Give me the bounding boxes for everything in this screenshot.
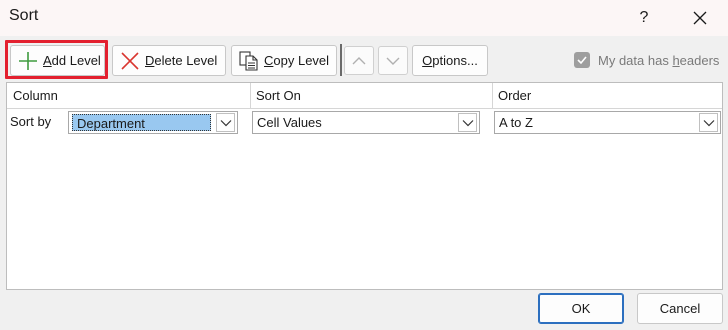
sort-on-select-value: Cell Values	[257, 115, 322, 130]
chevron-down-icon	[220, 119, 231, 126]
close-icon	[693, 11, 707, 25]
column-select-value: Department	[72, 114, 211, 131]
column-select-dropdown[interactable]	[216, 113, 235, 132]
highlight-annotation-box	[5, 40, 108, 79]
checkmark-icon	[577, 56, 587, 65]
chevron-up-icon	[352, 56, 366, 64]
window-title: Sort	[9, 7, 39, 24]
my-data-has-headers-label: My data has headers	[598, 53, 720, 68]
options-label: Options...	[422, 53, 478, 68]
title-bar: Sort ?	[0, 0, 728, 36]
order-select[interactable]: A to Z	[494, 111, 721, 134]
copy-level-button[interactable]: Copy Level	[231, 45, 337, 76]
chevron-down-icon	[386, 57, 400, 65]
column-header-column: Column	[13, 88, 58, 103]
my-data-has-headers-checkbox[interactable]	[574, 52, 590, 68]
column-select[interactable]: Department	[68, 111, 238, 134]
delete-level-label: Delete Level	[145, 53, 218, 68]
copy-icon	[238, 50, 260, 72]
column-divider	[250, 83, 251, 109]
move-down-button[interactable]	[378, 46, 408, 75]
column-header-order: Order	[498, 88, 532, 103]
chevron-down-icon	[462, 119, 473, 126]
options-button[interactable]: Options...	[412, 45, 488, 76]
column-divider	[492, 83, 493, 109]
help-button[interactable]: ?	[628, 4, 660, 32]
copy-level-label: Copy Level	[264, 53, 330, 68]
move-up-button[interactable]	[344, 46, 374, 75]
delete-level-button[interactable]: Delete Level	[112, 45, 226, 76]
column-header-sort-on: Sort On	[256, 88, 301, 103]
cancel-button[interactable]: Cancel	[637, 293, 723, 324]
close-button[interactable]	[682, 4, 718, 32]
chevron-down-icon	[703, 119, 714, 126]
order-select-dropdown[interactable]	[699, 113, 718, 132]
ok-button[interactable]: OK	[538, 293, 624, 324]
sort-on-select[interactable]: Cell Values	[252, 111, 480, 134]
sort-levels-grid: Column Sort On Order Sort by Department …	[6, 82, 723, 290]
grid-header-row	[7, 83, 722, 109]
sort-level-row[interactable]: Sort by Department Cell Values A to Z	[7, 109, 722, 136]
sort-on-select-dropdown[interactable]	[458, 113, 477, 132]
order-select-value: A to Z	[499, 115, 533, 130]
sort-by-label: Sort by	[10, 114, 52, 129]
delete-x-icon	[119, 50, 141, 72]
toolbar-separator	[340, 44, 342, 76]
